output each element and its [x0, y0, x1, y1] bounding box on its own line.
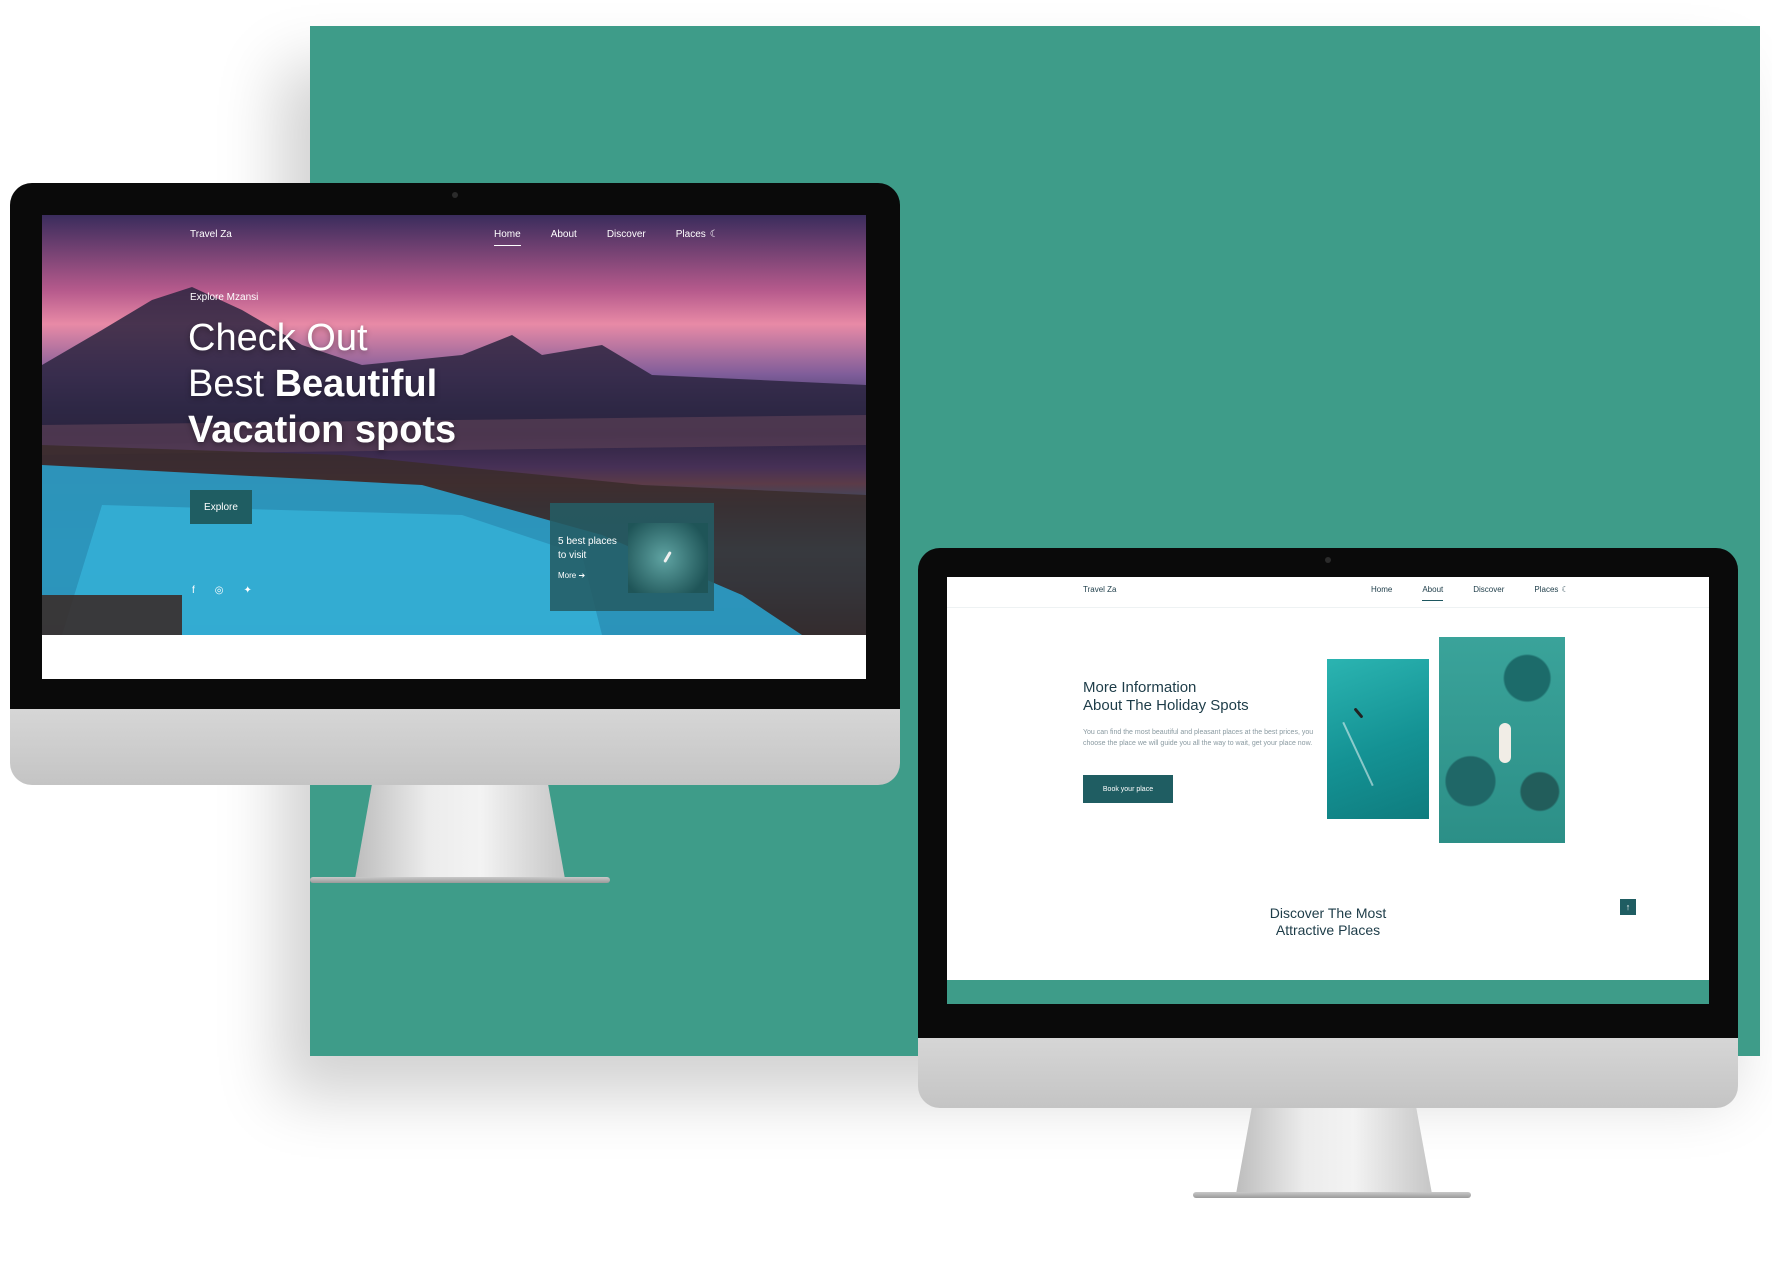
camera-icon	[452, 192, 458, 198]
teal-footer-strip	[947, 980, 1709, 1004]
eyebrow-text: Explore Mzansi	[190, 292, 259, 303]
social-links: f ◎ ✦	[192, 585, 252, 596]
hero-background: Travel Za Home About Discover Places ☾ Ex…	[42, 215, 866, 635]
brand-logo-2[interactable]: Travel Za	[1083, 585, 1117, 594]
boat-icon	[663, 551, 672, 563]
aerial-photo-ship	[1439, 637, 1565, 843]
boat-wake	[1342, 721, 1374, 787]
nav-about-2[interactable]: About	[1422, 585, 1443, 601]
camera-icon-2	[1325, 557, 1331, 563]
nav-home-2[interactable]: Home	[1371, 585, 1392, 594]
imac-back: Travel Za Home About Discover Places ☾ Mo…	[918, 548, 1738, 1200]
about-body: You can find the most beautiful and plea…	[1083, 729, 1314, 747]
nav-places[interactable]: Places ☾	[676, 229, 719, 240]
headline-line-3: Vacation spots	[188, 409, 457, 451]
instagram-icon[interactable]: ◎	[215, 585, 224, 596]
headline-line-1: Check Out	[188, 317, 368, 359]
moon-icon[interactable]: ☾	[710, 229, 719, 240]
headline-bold: Beautiful	[274, 363, 438, 405]
moon-icon-2[interactable]: ☾	[1561, 585, 1568, 594]
screen-hero: Travel Za Home About Discover Places ☾ Ex…	[42, 215, 866, 679]
imac-foot	[310, 877, 610, 883]
hero-bottom-strip	[42, 635, 866, 679]
about-title-line-2: About The Holiday Spots	[1083, 697, 1249, 714]
imac-stand	[355, 785, 565, 879]
discover-line-2: Attractive Places	[1275, 922, 1381, 938]
imac-chin	[10, 709, 900, 785]
screen-about: Travel Za Home About Discover Places ☾ Mo…	[947, 577, 1709, 1004]
imac-stand-2	[1236, 1108, 1432, 1194]
explore-button[interactable]: Explore	[190, 490, 252, 524]
discover-title: Discover The Most Attractive Places	[947, 905, 1709, 939]
aerial-photo-boat	[1327, 659, 1429, 819]
book-place-button[interactable]: Book your place	[1083, 775, 1173, 803]
twitter-icon[interactable]: ✦	[244, 585, 252, 596]
about-title-line-1: More Information	[1083, 679, 1197, 696]
nav-places-2[interactable]: Places ☾	[1534, 585, 1568, 594]
card-title: 5 best places to visit	[558, 536, 617, 561]
headline-light: Best	[188, 363, 275, 405]
nav-discover-2[interactable]: Discover	[1473, 585, 1504, 594]
facebook-icon[interactable]: f	[192, 585, 195, 596]
imac-foot-2	[1193, 1192, 1471, 1198]
card-aerial-image	[628, 523, 708, 593]
imac-chin-2	[918, 1038, 1738, 1108]
headline-line-2: Best Beautiful	[188, 361, 456, 407]
about-nav: Home About Discover Places ☾	[1371, 585, 1569, 601]
hero-nav: Home About Discover Places ☾	[494, 229, 719, 246]
discover-line-1: Discover The Most	[1269, 905, 1387, 921]
nav-home[interactable]: Home	[494, 229, 521, 246]
places-card[interactable]: 5 best places to visit More ➔	[550, 503, 714, 611]
scroll-top-button[interactable]: ↑	[1620, 899, 1636, 915]
nav-about[interactable]: About	[551, 229, 577, 240]
boat-icon-2	[1353, 707, 1364, 719]
hero-headline: Check Out Best Beautiful Vacation spots	[188, 315, 456, 453]
card-more-link[interactable]: More ➔	[558, 571, 585, 580]
about-page: Travel Za Home About Discover Places ☾ Mo…	[947, 577, 1709, 1004]
about-title: More Information About The Holiday Spots	[1083, 679, 1283, 715]
ship-icon	[1499, 723, 1511, 763]
header-divider	[947, 607, 1709, 608]
nav-places-label[interactable]: Places	[676, 229, 706, 240]
imac-front: Travel Za Home About Discover Places ☾ Ex…	[10, 183, 900, 893]
nav-places-label-2[interactable]: Places	[1534, 585, 1558, 594]
brand-logo[interactable]: Travel Za	[190, 229, 232, 240]
nav-discover[interactable]: Discover	[607, 229, 646, 240]
